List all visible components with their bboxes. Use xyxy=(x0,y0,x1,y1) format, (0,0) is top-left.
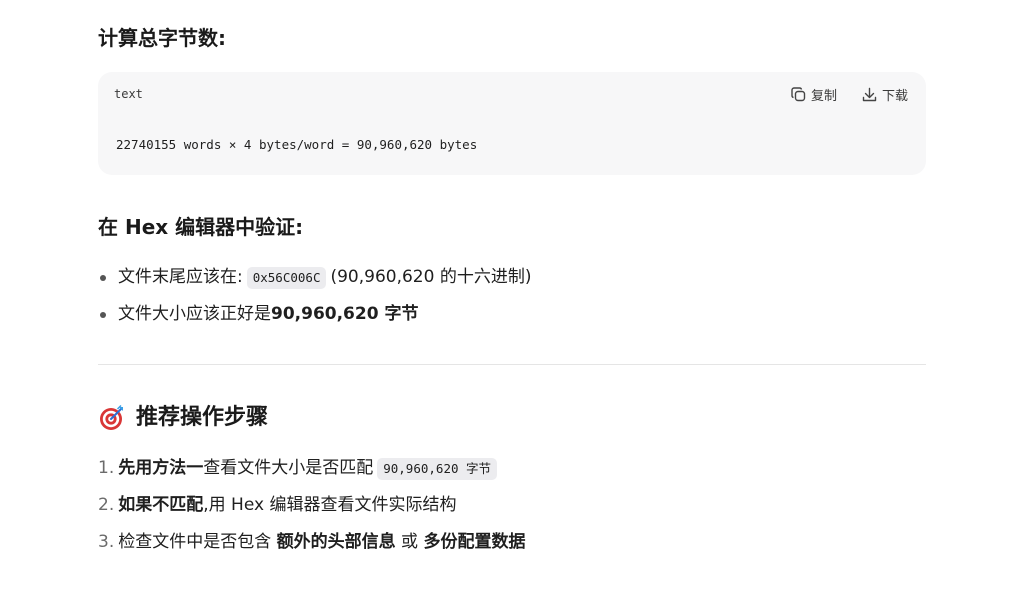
step-number: 1. xyxy=(98,458,115,478)
steps-list: 1. 先用方法一 查看文件大小是否匹配 90,960,620 字节 2. 如果不匹配 ,用… xyxy=(98,450,525,561)
bullet-text: (90,960,620 的十六进制) xyxy=(330,267,532,287)
step-text: 或 xyxy=(395,532,424,552)
code-language-label: text xyxy=(114,87,143,101)
copy-icon xyxy=(790,86,807,103)
step-number: 3. xyxy=(98,532,115,552)
step-number: 2. xyxy=(98,495,115,515)
bullet-text: 文件大小应该正好是 xyxy=(118,304,271,324)
chat-response: 计算总字节数: text 复制 下载 22740155 words × 4 by… xyxy=(0,0,1022,590)
target-icon xyxy=(98,404,126,432)
section-heading-calc: 计算总字节数: xyxy=(98,26,226,50)
code-line: 22740155 words × 4 bytes/word = 90,960,6… xyxy=(116,137,478,152)
list-item: 3. 检查文件中是否包含 额外的头部信息 或 多份配置数据 xyxy=(98,524,525,561)
inline-code: 0x56C006C xyxy=(246,266,327,289)
bullet-bold: 90,960,620 字节 xyxy=(271,304,419,324)
download-icon xyxy=(861,86,878,103)
step-text: 查看文件大小是否匹配 xyxy=(203,458,374,478)
step-text: ,用 Hex 编辑器查看文件实际结构 xyxy=(203,495,457,515)
copy-label: 复制 xyxy=(810,89,837,104)
step-bold: 先用方法一 xyxy=(118,458,204,478)
code-block: text 复制 下载 22740155 words × 4 bytes/word… xyxy=(98,72,926,175)
list-item: 文件大小应该正好是 90,960,620 字节 xyxy=(98,296,531,333)
download-button[interactable]: 下载 xyxy=(861,85,908,104)
section-heading-verify: 在 Hex 编辑器中验证: xyxy=(98,215,304,239)
divider xyxy=(98,364,926,365)
step-bold: 额外的头部信息 xyxy=(276,532,396,552)
list-item: 1. 先用方法一 查看文件大小是否匹配 90,960,620 字节 xyxy=(98,450,525,487)
inline-code: 90,960,620 字节 xyxy=(377,457,498,480)
code-actions: 复制 下载 xyxy=(790,85,908,104)
list-item: 文件末尾应该在: 0x56C006C (90,960,620 的十六进制) xyxy=(98,259,531,296)
download-label: 下载 xyxy=(881,89,908,104)
list-item: 2. 如果不匹配 ,用 Hex 编辑器查看文件实际结构 xyxy=(98,487,525,524)
copy-button[interactable]: 复制 xyxy=(790,85,837,104)
step-bold: 如果不匹配 xyxy=(118,495,204,515)
steps-heading-text: 推荐操作步骤 xyxy=(136,405,269,430)
section-heading-steps: 推荐操作步骤 xyxy=(98,402,268,434)
verify-list: 文件末尾应该在: 0x56C006C (90,960,620 的十六进制) 文件… xyxy=(98,259,531,333)
step-bold: 多份配置数据 xyxy=(423,532,526,552)
step-text: 检查文件中是否包含 xyxy=(118,532,277,552)
bullet-text: 文件末尾应该在: xyxy=(118,267,243,287)
